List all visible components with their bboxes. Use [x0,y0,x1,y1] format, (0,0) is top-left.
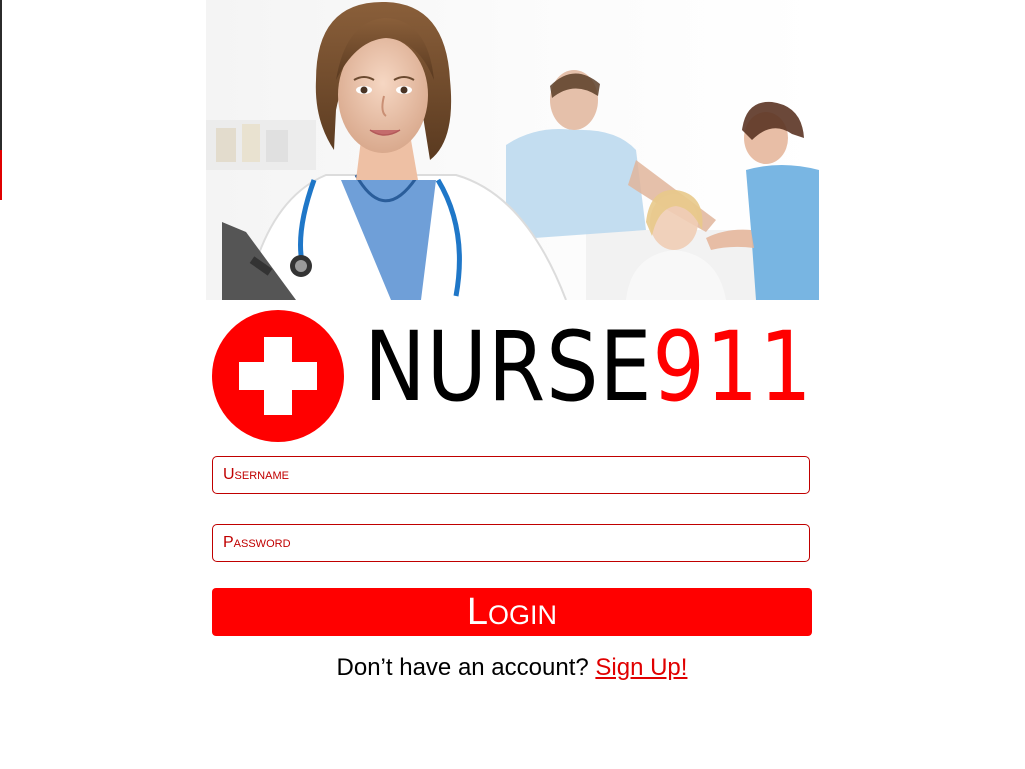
nurse911-logo: NURSE911 [212,310,820,442]
username-input[interactable] [213,457,809,493]
medical-staff-photo-icon [206,0,819,300]
hero-photo [206,0,819,300]
password-input[interactable] [213,525,809,561]
password-field-container [212,524,810,562]
username-field-container [212,456,810,494]
signup-prompt-text: Don’t have an account? [336,654,589,681]
window-edge-accent [0,150,2,200]
brand-name-part-1: NURSE [364,311,653,423]
login-page: NURSE911 Login Don’t have an account? Si… [0,0,1025,769]
login-button[interactable]: Login [212,588,812,636]
brand-wordmark: NURSE911 [364,312,813,422]
red-cross-icon [212,310,344,442]
signup-link[interactable]: Sign Up! [595,654,687,681]
brand-name-part-2: 911 [652,311,813,423]
signup-prompt-line: Don’t have an account? Sign Up! [212,654,812,682]
